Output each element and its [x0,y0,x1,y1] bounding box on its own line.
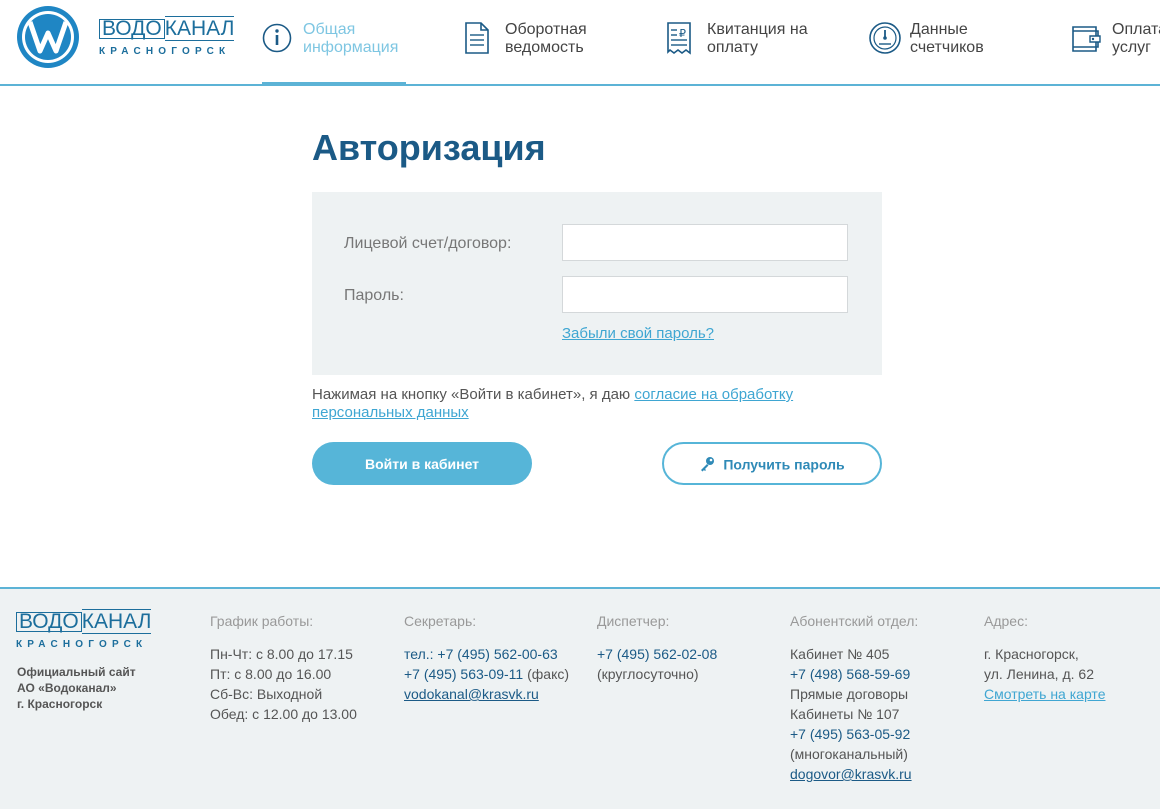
footer-description: Официальный сайт АО «Водоканал» г. Красн… [17,665,136,711]
subscriber-email-link[interactable]: dogovor@krasvk.ru [790,766,912,782]
meter-icon [869,22,901,54]
receipt-icon: ₽ [667,22,691,55]
nav-label-service-payment: Оплата услуг [1112,21,1160,56]
nav-label-meter-data: Данные счетчиков [910,21,984,56]
secretary-phone-fax: +7 (495) 563-09-11 (факс) [404,666,570,682]
nav-label-turnover-statement: Оборотная ведомость [505,21,587,56]
footer-logo-word: ВОДО КАНАЛ [16,609,152,634]
footer-logo-city: КРАСНОГОРСК [16,639,148,650]
footer-address: Адрес: г. Красногорск, ул. Ленина, д. 62… [984,613,1106,702]
footer-schedule: График работы: Пн-Чт: с 8.00 до 17.15 Пт… [210,613,357,722]
footer-secretary: Секретарь: тел.: +7 (495) 562-00-63 +7 (… [404,613,570,702]
secretary-email-link[interactable]: vodokanal@krasvk.ru [404,686,539,702]
svg-text:₽: ₽ [679,27,686,40]
footer-dispatcher: Диспетчер: +7 (495) 562-02-08 (круглосут… [597,613,718,682]
logo-word: ВОДО КАНАЛ [99,16,235,41]
key-icon [701,457,715,472]
login-form: Лицевой счет/договор: Пароль: Забыли сво… [312,192,882,375]
footer-logo[interactable]: ВОДО КАНАЛ КРАСНОГОРСК [16,609,152,651]
header-logo-text[interactable]: ВОДО КАНАЛ КРАСНОГОРСК [99,16,235,58]
nav-item-payment-receipt[interactable]: ₽ Квитанция на оплату [665,0,825,84]
nav-item-service-payment[interactable]: Оплата услуг [1070,0,1160,84]
page-title: Авторизация [312,127,546,168]
vodokanal-logo-icon[interactable] [16,5,80,69]
account-input[interactable] [562,224,848,261]
nav-item-turnover-statement[interactable]: Оборотная ведомость [462,0,612,84]
forgot-password-link[interactable]: Забыли свой пароль? [562,325,714,342]
site-footer: ВОДО КАНАЛ КРАСНОГОРСК Официальный сайт А… [0,587,1160,809]
nav-item-general-info[interactable]: Общая информация [262,0,406,86]
document-icon [465,22,489,54]
map-link[interactable]: Смотреть на карте [984,686,1105,702]
site-header: ВОДОКАНАЛ КРАСНОГОРСК Общая информация [0,0,1160,86]
nav-label-general-info: Общая информация [303,21,399,56]
nav-active-indicator [262,82,406,86]
info-icon [262,23,292,53]
nav-item-meter-data[interactable]: Данные счетчиков [868,0,1018,84]
password-input[interactable] [562,276,848,313]
logo-city: КРАСНОГОРСК [99,46,231,57]
login-button[interactable]: Войти в кабинет [312,442,532,485]
password-label: Пароль: [344,287,404,304]
account-label: Лицевой счет/договор: [344,235,512,252]
nav-label-payment-receipt: Квитанция на оплату [707,21,808,56]
wallet-icon [1072,26,1101,52]
consent-text: Нажимая на кнопку «Войти в кабинет», я д… [312,386,794,421]
footer-subscriber-dept: Абонентский отдел: Кабинет № 405 +7 (498… [790,613,919,782]
get-password-button[interactable]: Получить пароль [662,442,882,485]
